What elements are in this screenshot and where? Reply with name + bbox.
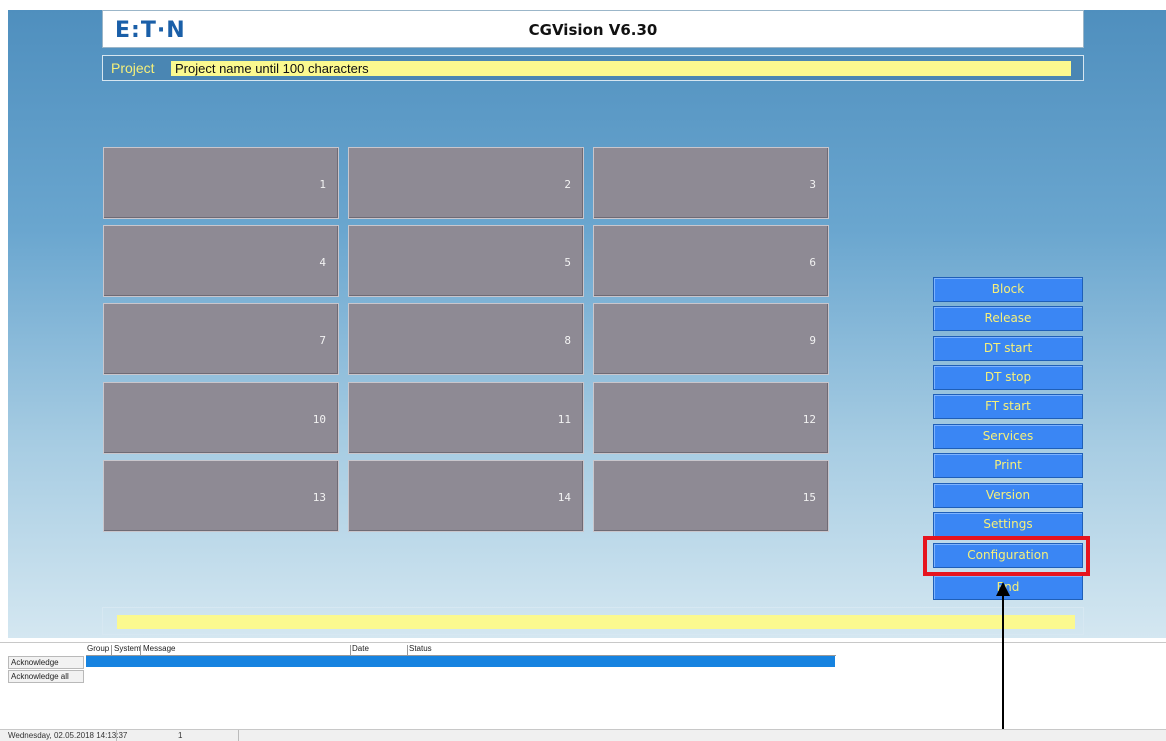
- tile-number: 8: [564, 334, 571, 347]
- status-datetime: Wednesday, 02.05.2018 14:13:37: [8, 731, 128, 740]
- status-separator: [238, 730, 239, 741]
- tile-10[interactable]: 10: [103, 382, 339, 454]
- status-separator: [116, 730, 117, 741]
- app-title: CGVision V6.30: [528, 21, 658, 39]
- tile-2[interactable]: 2: [348, 147, 584, 219]
- tile-14[interactable]: 14: [348, 460, 584, 532]
- tile-number: 7: [319, 334, 326, 347]
- project-name-field[interactable]: Project name until 100 characters: [171, 61, 1071, 76]
- status-count: 1: [178, 731, 183, 740]
- project-label: Project: [111, 60, 155, 76]
- tile-number: 6: [809, 256, 816, 269]
- tile-12[interactable]: 12: [593, 382, 829, 454]
- status-message-field: [117, 615, 1075, 629]
- acknowledge-button[interactable]: Acknowledge: [8, 656, 84, 669]
- print-button[interactable]: Print: [933, 453, 1083, 478]
- tile-number: 2: [564, 178, 571, 191]
- tile-6[interactable]: 6: [593, 225, 829, 297]
- alarm-column-headers: Group System Message Date Status: [86, 644, 836, 667]
- column-header-group[interactable]: Group: [87, 644, 109, 653]
- column-header-status[interactable]: Status: [409, 644, 432, 653]
- tile-number: 10: [312, 413, 326, 426]
- tile-9[interactable]: 9: [593, 303, 829, 375]
- up-arrow-icon: [996, 582, 1010, 596]
- acknowledge-all-button[interactable]: Acknowledge all: [8, 670, 84, 683]
- column-header-date[interactable]: Date: [352, 644, 369, 653]
- tile-8[interactable]: 8: [348, 303, 584, 375]
- status-bar: Wednesday, 02.05.2018 14:13:37 1: [0, 729, 1166, 741]
- tile-number: 13: [312, 491, 326, 504]
- tile-number: 15: [802, 491, 816, 504]
- tile-number: 11: [557, 413, 571, 426]
- tile-number: 12: [802, 413, 816, 426]
- tile-number: 14: [557, 491, 571, 504]
- dt-stop-button[interactable]: DT stop: [933, 365, 1083, 390]
- configuration-highlight: [923, 536, 1090, 576]
- release-button[interactable]: Release: [933, 306, 1083, 331]
- tile-11[interactable]: 11: [348, 382, 584, 454]
- block-button[interactable]: Block: [933, 277, 1083, 302]
- tile-number: 3: [809, 178, 816, 191]
- tile-4[interactable]: 4: [103, 225, 339, 297]
- header-bar: E:T·N CGVision V6.30: [102, 10, 1084, 48]
- annotation-arrow-line: [1002, 592, 1004, 740]
- column-header-system[interactable]: System: [114, 644, 141, 653]
- dt-start-button[interactable]: DT start: [933, 336, 1083, 361]
- tile-7[interactable]: 7: [103, 303, 339, 375]
- status-message-area: [102, 607, 1084, 635]
- tile-number: 4: [319, 256, 326, 269]
- tile-13[interactable]: 13: [103, 460, 339, 532]
- project-row: Project Project name until 100 character…: [102, 55, 1084, 81]
- tile-5[interactable]: 5: [348, 225, 584, 297]
- services-button[interactable]: Services: [933, 424, 1083, 449]
- tile-number: 9: [809, 334, 816, 347]
- tile-1[interactable]: 1: [103, 147, 339, 219]
- tile-15[interactable]: 15: [593, 460, 829, 532]
- column-header-message[interactable]: Message: [143, 644, 175, 653]
- ft-start-button[interactable]: FT start: [933, 394, 1083, 419]
- settings-button[interactable]: Settings: [933, 512, 1083, 537]
- tile-3[interactable]: 3: [593, 147, 829, 219]
- alarm-row-selected[interactable]: [86, 656, 835, 667]
- tile-number: 1: [319, 178, 326, 191]
- tile-number: 5: [564, 256, 571, 269]
- version-button[interactable]: Version: [933, 483, 1083, 508]
